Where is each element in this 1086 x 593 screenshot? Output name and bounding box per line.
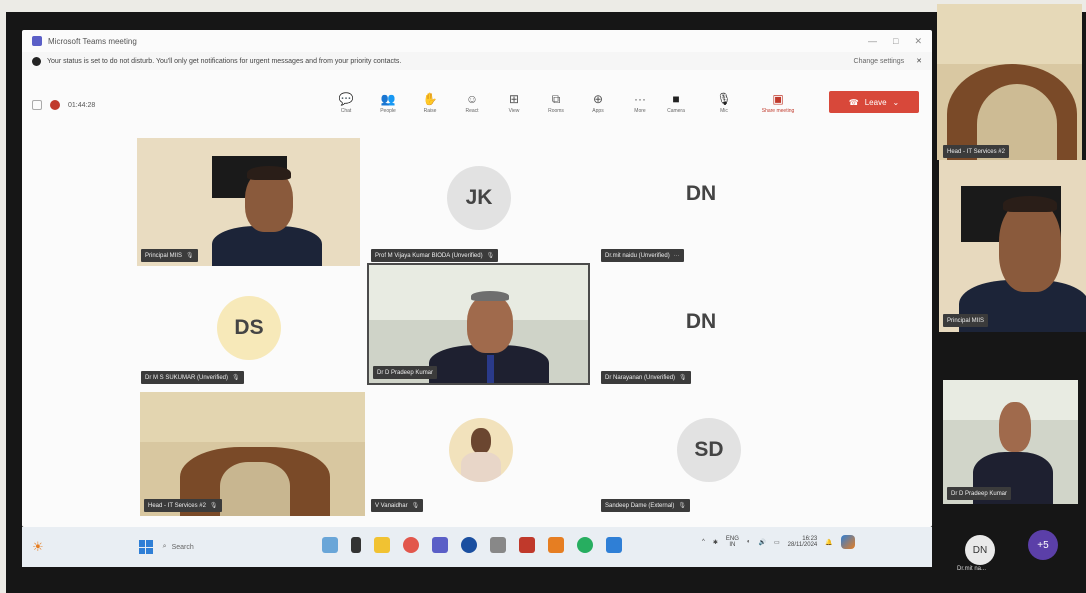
participant-tile-pradeep[interactable]: Dr D Pradeep Kumar bbox=[367, 263, 590, 385]
task-view-icon[interactable] bbox=[351, 537, 361, 553]
name-tag: Dr D Pradeep Kumar bbox=[947, 487, 1012, 500]
bluetooth-icon[interactable]: ✱ bbox=[713, 539, 718, 546]
name-tag: Dr Narayanan (Unverified) 🎙 bbox=[601, 371, 691, 384]
wifi-icon[interactable]: ◐ bbox=[747, 539, 751, 545]
participant-tile-dn2[interactable]: DN Dr Narayanan (Unverified) 🎙 bbox=[597, 268, 820, 388]
more-options-icon: ··· bbox=[673, 252, 680, 259]
acrobat-icon[interactable] bbox=[519, 537, 535, 553]
mic-muted-icon: 🎙 bbox=[209, 503, 218, 509]
participant-tile-vanaidhar[interactable]: V Vanaidhar 🎙 bbox=[367, 392, 590, 516]
profile-photo bbox=[449, 418, 513, 482]
search-icon: ⌕ bbox=[162, 543, 167, 550]
participant-tile-ds[interactable]: DS Dr M S SUKUMAR (Unverified) 🎙 bbox=[137, 268, 360, 388]
avatar: DN bbox=[669, 162, 733, 226]
browser-icon[interactable] bbox=[577, 537, 593, 553]
participant-name: Principal MIIS bbox=[145, 252, 183, 259]
side-video-panel: Head - IT Services #2 Principal MIIS Dr … bbox=[935, 0, 1086, 593]
wall bbox=[140, 392, 365, 442]
language-indicator[interactable]: ENG IN bbox=[726, 536, 739, 548]
avatar: SD bbox=[677, 418, 741, 482]
participant-name: Dr M S SUKUMAR (Unverified) bbox=[145, 374, 229, 381]
search-label: Search bbox=[171, 543, 194, 551]
mic-muted-icon: 🎙 bbox=[486, 253, 495, 259]
participant-name: Dr.mit naidu (Unverified) bbox=[605, 252, 670, 259]
name-tag: Dr M S SUKUMAR (Unverified) 🎙 bbox=[141, 371, 244, 384]
participant-name: Head - IT Services #2 bbox=[947, 148, 1005, 155]
windows-taskbar: ☀ ⌕ Search ^ ✱ ENG IN ◐ 🔊 ▭ 16:23 28/11/… bbox=[22, 527, 932, 567]
side-tile-it-head[interactable]: Head - IT Services #2 bbox=[937, 4, 1082, 160]
chrome-icon[interactable] bbox=[403, 537, 419, 553]
chevron-up-icon[interactable]: ^ bbox=[702, 539, 705, 545]
store-icon[interactable] bbox=[490, 537, 506, 553]
mic-muted-icon: 🎙 bbox=[411, 503, 420, 509]
name-tag: V Vanaidhar 🎙 bbox=[371, 499, 424, 512]
name-tag: Dr.mit naidu (Unverified) ··· bbox=[601, 249, 684, 262]
participant-tile-jk[interactable]: JK Prof M Vijaya Kumar BIODA (Unverified… bbox=[367, 138, 590, 266]
avatar: JK bbox=[447, 166, 511, 230]
teams-icon[interactable] bbox=[432, 537, 448, 553]
overflow-participants-button[interactable]: +5 bbox=[1028, 530, 1058, 560]
widgets-icon[interactable] bbox=[322, 537, 338, 553]
avatar: DS bbox=[217, 296, 281, 360]
edge-icon[interactable] bbox=[461, 537, 477, 553]
participant-tile-dn1[interactable]: DN Dr.mit naidu (Unverified) ··· bbox=[597, 138, 820, 266]
region-label: IN bbox=[729, 542, 736, 548]
participant-name: Head - IT Services #2 bbox=[148, 502, 206, 509]
name-tag: Sandeep Dame (External) 🎙 bbox=[601, 499, 690, 512]
battery-icon[interactable]: ▭ bbox=[774, 539, 780, 546]
name-tag: Prof M Vijaya Kumar BIODA (Unverified) 🎙 bbox=[371, 249, 499, 262]
mic-muted-icon: 🎙 bbox=[232, 375, 240, 381]
taskbar-search[interactable]: ⌕ Search bbox=[163, 543, 194, 551]
copilot-icon[interactable] bbox=[840, 535, 855, 549]
taskbar-apps bbox=[322, 537, 622, 553]
participant-avatar-name: Dr.mit na... bbox=[957, 566, 987, 572]
participant-tile-it-head[interactable]: Head - IT Services #2 🎙 bbox=[140, 392, 365, 516]
side-tile-pradeep[interactable]: Dr D Pradeep Kumar bbox=[943, 380, 1078, 504]
name-tag: Dr D Pradeep Kumar bbox=[373, 366, 438, 379]
tie bbox=[487, 355, 494, 383]
participant-name: Dr D Pradeep Kumar bbox=[377, 369, 434, 376]
teams-meeting-window: Microsoft Teams meeting — □ ✕ Your statu… bbox=[22, 30, 932, 527]
participant-tile-principal[interactable]: Principal MIIS 🎙 bbox=[137, 138, 360, 266]
side-tile-principal[interactable]: Principal MIIS bbox=[939, 160, 1086, 332]
paint-icon[interactable] bbox=[548, 537, 564, 553]
avatar: DN bbox=[669, 290, 733, 354]
name-tag: Principal MIIS 🎙 bbox=[141, 249, 198, 262]
volume-icon[interactable]: 🔊 bbox=[759, 539, 766, 546]
wall bbox=[937, 4, 1082, 64]
name-tag: Head - IT Services #2 bbox=[943, 145, 1009, 158]
weather-icon[interactable]: ☀ bbox=[32, 539, 44, 555]
name-tag: Principal MIIS bbox=[943, 314, 989, 327]
mic-muted-icon: 🎙 bbox=[679, 375, 687, 381]
clock[interactable]: 16:23 28/11/2024 bbox=[788, 536, 818, 548]
participant-gallery: Principal MIIS 🎙 JK Prof M Vijaya Kumar B… bbox=[22, 30, 932, 527]
participant-name: V Vanaidhar bbox=[375, 502, 408, 509]
date-label: 28/11/2024 bbox=[787, 542, 818, 548]
name-tag: Head - IT Services #2 🎙 bbox=[144, 499, 222, 512]
notification-icon[interactable]: 🔔 bbox=[825, 539, 832, 546]
system-tray: ^ ✱ ENG IN ◐ 🔊 ▭ 16:23 28/11/2024 🔔 bbox=[702, 535, 855, 549]
participant-name: Dr Narayanan (Unverified) bbox=[605, 374, 676, 381]
participant-tile-sd[interactable]: SD Sandeep Dame (External) 🎙 bbox=[597, 392, 820, 516]
participant-name: Principal MIIS bbox=[947, 317, 985, 324]
table-center bbox=[220, 462, 290, 516]
start-icon[interactable] bbox=[138, 540, 153, 554]
participant-name: Dr D Pradeep Kumar bbox=[951, 490, 1008, 497]
participant-name: Sandeep Dame (External) bbox=[605, 502, 675, 509]
photos-icon[interactable] bbox=[606, 537, 622, 553]
file-explorer-icon[interactable] bbox=[374, 537, 390, 553]
participant-name: Prof M Vijaya Kumar BIODA (Unverified) bbox=[375, 252, 483, 259]
mic-muted-icon: 🎙 bbox=[678, 503, 686, 509]
participant-avatar-dn[interactable]: DN bbox=[965, 535, 995, 565]
mic-muted-icon: 🎙 bbox=[186, 253, 194, 259]
